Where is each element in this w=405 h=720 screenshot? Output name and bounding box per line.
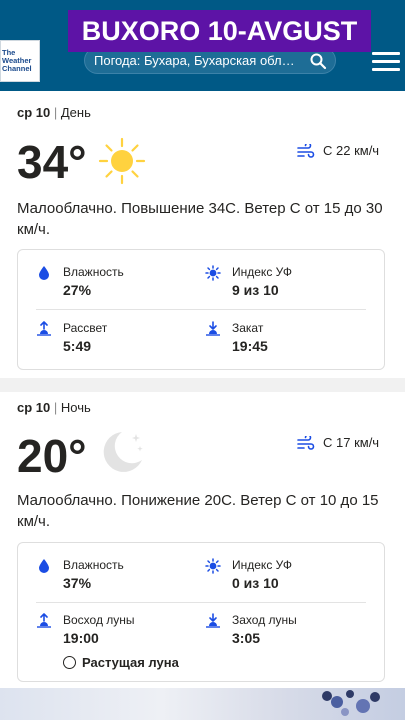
sunset-value: 19:45 [232,338,268,354]
humidity-label: Влажность [63,558,124,572]
divider: | [53,105,61,120]
uv-sun-icon [205,265,221,281]
sun-icon [98,137,146,185]
hamburger-menu-icon[interactable] [372,52,400,71]
overlay-banner: BUXORO 10-AVGUST [68,10,371,52]
humidity-value: 27% [63,282,92,298]
uv-sun-icon [205,558,221,574]
moon-phase-label: Растущая луна [82,655,179,670]
day-period-label: ср 10 | День [17,105,91,120]
logo-text: The Weather Channel [2,48,32,73]
moon-icon [103,432,143,472]
moonrise-icon [37,613,51,628]
sunrise-value: 5:49 [63,338,92,354]
night-date: ср 10 [17,400,51,415]
wind-icon [297,143,315,158]
humidity-drop-icon [39,266,49,280]
moonset-icon [206,613,220,628]
section-separator [0,378,405,392]
flower-decoration-icon [322,690,380,716]
wind-icon [297,435,315,450]
moonset-value: 3:05 [232,630,261,646]
night-wind: С 17 км/ч [297,435,379,450]
day-details-card: Влажность 27% Индекс УФ 9 из 10 Рассвет … [17,249,385,370]
day-period: День [60,105,91,120]
moon-phase-icon [63,656,76,669]
humidity-label: Влажность [63,265,124,279]
day-wind: С 22 км/ч [297,143,379,158]
day-temperature: 34° [17,136,87,188]
divider: | [53,400,61,415]
weather-channel-logo[interactable]: The Weather Channel [0,40,40,82]
humidity-drop-icon [39,559,49,573]
night-details-card: Влажность 37% Индекс УФ 0 из 10 Восход л… [17,542,385,682]
uv-label: Индекс УФ [232,558,292,572]
night-period-label: ср 10 | Ночь [17,400,91,415]
uv-value: 9 из 10 [232,282,279,298]
moon-phase: Растущая луна [63,655,179,670]
uv-label: Индекс УФ [232,265,292,279]
card-divider [36,309,366,310]
night-wind-value: С 17 км/ч [323,435,380,450]
search-icon[interactable] [309,52,327,70]
sunset-label: Закат [232,321,264,335]
day-date: ср 10 [17,105,51,120]
sunrise-icon [37,321,51,336]
night-period: Ночь [60,400,91,415]
day-wind-value: С 22 км/ч [323,143,380,158]
search-input[interactable]: Погода: Бухара, Бухарская обл… [94,53,306,68]
card-divider [36,602,366,603]
day-description: Малооблачно. Повышение 34C. Ветер С от 1… [17,200,383,238]
sunrise-label: Рассвет [63,321,108,335]
uv-value: 0 из 10 [232,575,279,591]
background-image-strip [0,688,405,720]
moonrise-value: 19:00 [63,630,99,646]
night-temperature: 20° [17,430,87,482]
moonrise-label: Восход луны [63,613,135,627]
night-description: Малооблачно. Понижение 20C. Ветер С от 1… [17,492,379,530]
humidity-value: 37% [63,575,92,591]
moonset-label: Заход луны [232,613,297,627]
sunset-icon [206,321,220,336]
